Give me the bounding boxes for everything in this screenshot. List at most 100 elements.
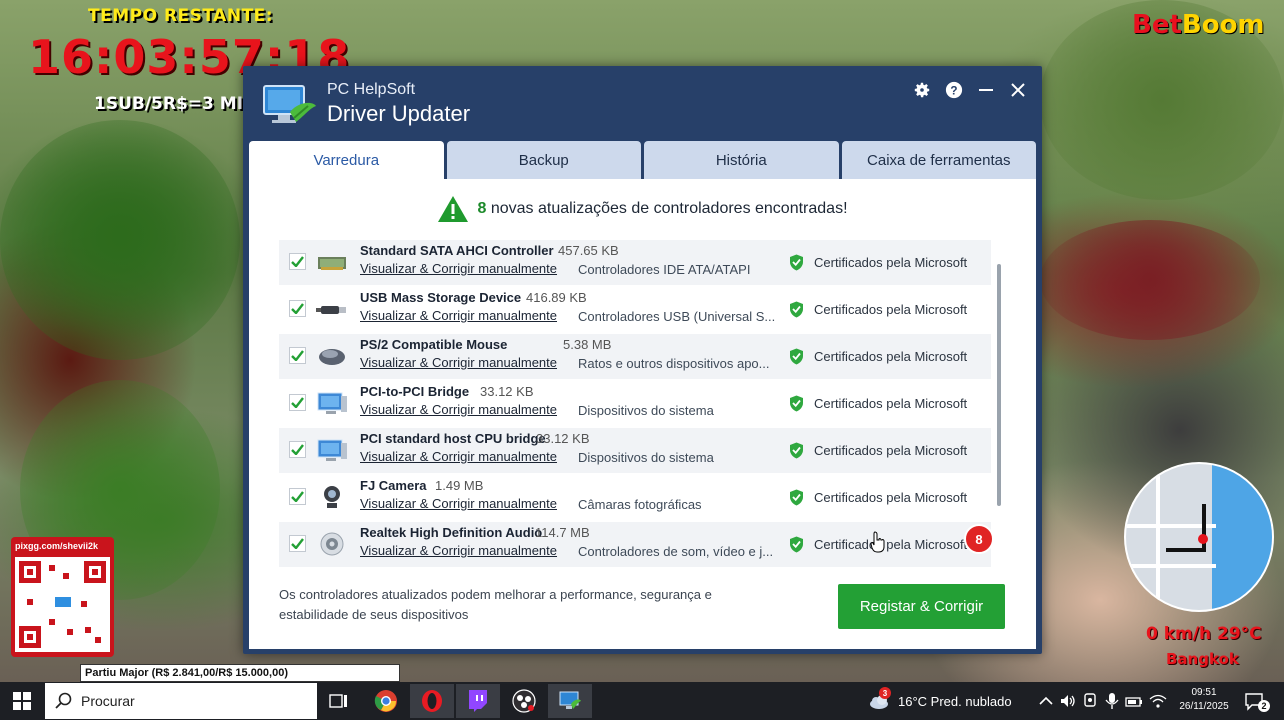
flower-bush xyxy=(1040,220,1260,340)
city-name: Bangkok xyxy=(1166,650,1239,668)
taskbar-search-box[interactable]: Procurar xyxy=(45,683,317,719)
clock-time: 09:51 xyxy=(1191,687,1217,698)
driver-updater-window: PC HelpSoft Driver Updater ? Varredura B… xyxy=(243,66,1042,654)
view-fix-manually-link[interactable]: Visualizar & Corrigir manualmente xyxy=(360,308,557,323)
sata-controller-icon xyxy=(318,257,346,270)
taskbar-clock[interactable]: 09:51 26/11/2025 xyxy=(1174,686,1234,714)
shield-check-icon xyxy=(790,348,803,365)
certified-label: Certificados pela Microsoft xyxy=(814,537,968,552)
obs-icon[interactable] xyxy=(502,684,546,718)
driver-row[interactable]: PCI-to-PCI Bridge 33.12 KB Visualizar & Co… xyxy=(279,381,991,426)
driver-checkbox[interactable] xyxy=(289,535,306,552)
driver-name: PS/2 Compatible Mouse xyxy=(360,337,508,352)
driver-row[interactable]: USB Mass Storage Device 416.89 KB Visualiz… xyxy=(279,287,991,332)
weather-alert-badge: 3 xyxy=(879,687,891,699)
updates-count: 8 xyxy=(477,200,487,217)
microphone-icon[interactable] xyxy=(1103,692,1121,710)
notification-count-badge: 2 xyxy=(1258,700,1270,712)
driver-updater-taskbar-icon[interactable] xyxy=(548,684,592,718)
donation-goal-bar: Partiu Major (R$ 2.841,00/R$ 15.000,00) xyxy=(80,664,400,682)
view-fix-manually-link[interactable]: Visualizar & Corrigir manualmente xyxy=(360,496,557,511)
tab-backup[interactable]: Backup xyxy=(446,141,641,179)
driver-size: 33.12 KB xyxy=(480,384,534,399)
chevron-up-icon[interactable] xyxy=(1037,692,1055,710)
clock-date: 26/11/2025 xyxy=(1179,701,1229,712)
driver-category: Controladores USB (Universal S... xyxy=(578,309,776,324)
checkmark-icon xyxy=(291,444,304,455)
webcam-tray-icon[interactable] xyxy=(1081,692,1099,710)
twitch-icon[interactable] xyxy=(456,684,500,718)
settings-gear-icon[interactable] xyxy=(910,78,934,102)
register-fix-button[interactable]: Registar & Corrigir xyxy=(838,584,1005,629)
battery-icon[interactable] xyxy=(1125,692,1143,710)
view-fix-manually-link[interactable]: Visualizar & Corrigir manualmente xyxy=(360,402,557,417)
scan-panel: 8 novas atualizações de controladores en… xyxy=(249,179,1036,649)
main-tabs: Varredura Backup História Caixa de ferra… xyxy=(249,141,1036,179)
warning-triangle-icon xyxy=(438,196,469,222)
speed-temperature: 0 km/h 29°C xyxy=(1146,624,1262,644)
view-fix-manually-link[interactable]: Visualizar & Corrigir manualmente xyxy=(360,543,557,558)
webcam-icon xyxy=(324,486,340,508)
driver-row[interactable]: PCI standard host CPU bridge 33.12 KB Visu… xyxy=(279,428,991,473)
certified-label: Certificados pela Microsoft xyxy=(814,349,968,364)
driver-size: 33.12 KB xyxy=(536,431,590,446)
computer-icon xyxy=(317,392,347,414)
app-company: PC HelpSoft xyxy=(327,81,416,98)
driver-category: Dispositivos do sistema xyxy=(578,403,714,418)
windows-taskbar: Procurar 3 16°C Pred. nublado 09:51 26/1… xyxy=(0,682,1284,720)
driver-checkbox[interactable] xyxy=(289,394,306,411)
driver-category: Ratos e outros dispositivos apo... xyxy=(578,356,770,371)
driver-category: Controladores de som, vídeo e j... xyxy=(578,544,774,559)
usb-drive-icon xyxy=(316,306,346,314)
betboom-logo: BetBoom xyxy=(1132,10,1265,40)
driver-category: Câmaras fotográficas xyxy=(578,497,702,512)
tab-varredura[interactable]: Varredura xyxy=(249,141,444,179)
wifi-icon[interactable] xyxy=(1149,692,1167,710)
checkmark-icon xyxy=(291,303,304,314)
hand-cursor-icon xyxy=(870,531,885,553)
certified-label: Certificados pela Microsoft xyxy=(814,490,968,505)
qr-code xyxy=(15,557,110,652)
certified-label: Certificados pela Microsoft xyxy=(814,396,968,411)
opera-icon[interactable] xyxy=(410,684,454,718)
task-view-icon[interactable] xyxy=(317,684,361,718)
driver-checkbox[interactable] xyxy=(289,253,306,270)
foliage xyxy=(0,120,240,360)
minimize-icon[interactable] xyxy=(974,78,998,102)
driver-checkbox[interactable] xyxy=(289,300,306,317)
shield-check-icon xyxy=(790,442,803,459)
windows-start-icon[interactable] xyxy=(0,682,44,720)
driver-name: PCI standard host CPU bridge xyxy=(360,431,546,446)
certified-label: Certificados pela Microsoft xyxy=(814,302,968,317)
view-fix-manually-link[interactable]: Visualizar & Corrigir manualmente xyxy=(360,355,557,370)
checkmark-icon xyxy=(291,397,304,408)
scan-result-banner: 8 novas atualizações de controladores en… xyxy=(249,195,1036,223)
driver-name: Realtek High Definition Audio xyxy=(360,525,543,540)
driver-checkbox[interactable] xyxy=(289,347,306,364)
driver-list[interactable]: Standard SATA AHCI Controller 457.65 KB Vi… xyxy=(279,240,1007,568)
view-fix-manually-link[interactable]: Visualizar & Corrigir manualmente xyxy=(360,261,557,276)
driver-category: Controladores IDE ATA/ATAPI xyxy=(578,262,751,277)
weather-text[interactable]: 16°C Pred. nublado xyxy=(898,694,1012,709)
close-icon[interactable] xyxy=(1006,78,1030,102)
tab-caixa-de-ferramentas[interactable]: Caixa de ferramentas xyxy=(841,141,1036,179)
shield-check-icon xyxy=(790,489,803,506)
certified-label: Certificados pela Microsoft xyxy=(814,443,968,458)
driver-row[interactable]: PS/2 Compatible Mouse 5.38 MB Visualizar &… xyxy=(279,334,991,379)
chrome-icon[interactable] xyxy=(364,684,408,718)
tab-historia[interactable]: História xyxy=(644,141,839,179)
driver-list-scrollbar[interactable] xyxy=(997,264,1001,506)
driver-name: FJ Camera xyxy=(360,478,427,493)
help-icon[interactable]: ? xyxy=(942,78,966,102)
qr-url: pixgg.com/shevii2k xyxy=(15,541,99,551)
driver-row[interactable]: Standard SATA AHCI Controller 457.65 KB Vi… xyxy=(279,240,991,285)
app-title: Driver Updater xyxy=(327,101,471,126)
view-fix-manually-link[interactable]: Visualizar & Corrigir manualmente xyxy=(360,449,557,464)
svg-text:?: ? xyxy=(950,85,957,98)
volume-icon[interactable] xyxy=(1059,692,1077,710)
driver-checkbox[interactable] xyxy=(289,441,306,458)
driver-row[interactable]: FJ Camera 1.49 MB Visualizar & Corrigir ma… xyxy=(279,475,991,520)
driver-checkbox[interactable] xyxy=(289,488,306,505)
shield-check-icon xyxy=(790,536,803,553)
speaker-icon xyxy=(320,532,344,556)
